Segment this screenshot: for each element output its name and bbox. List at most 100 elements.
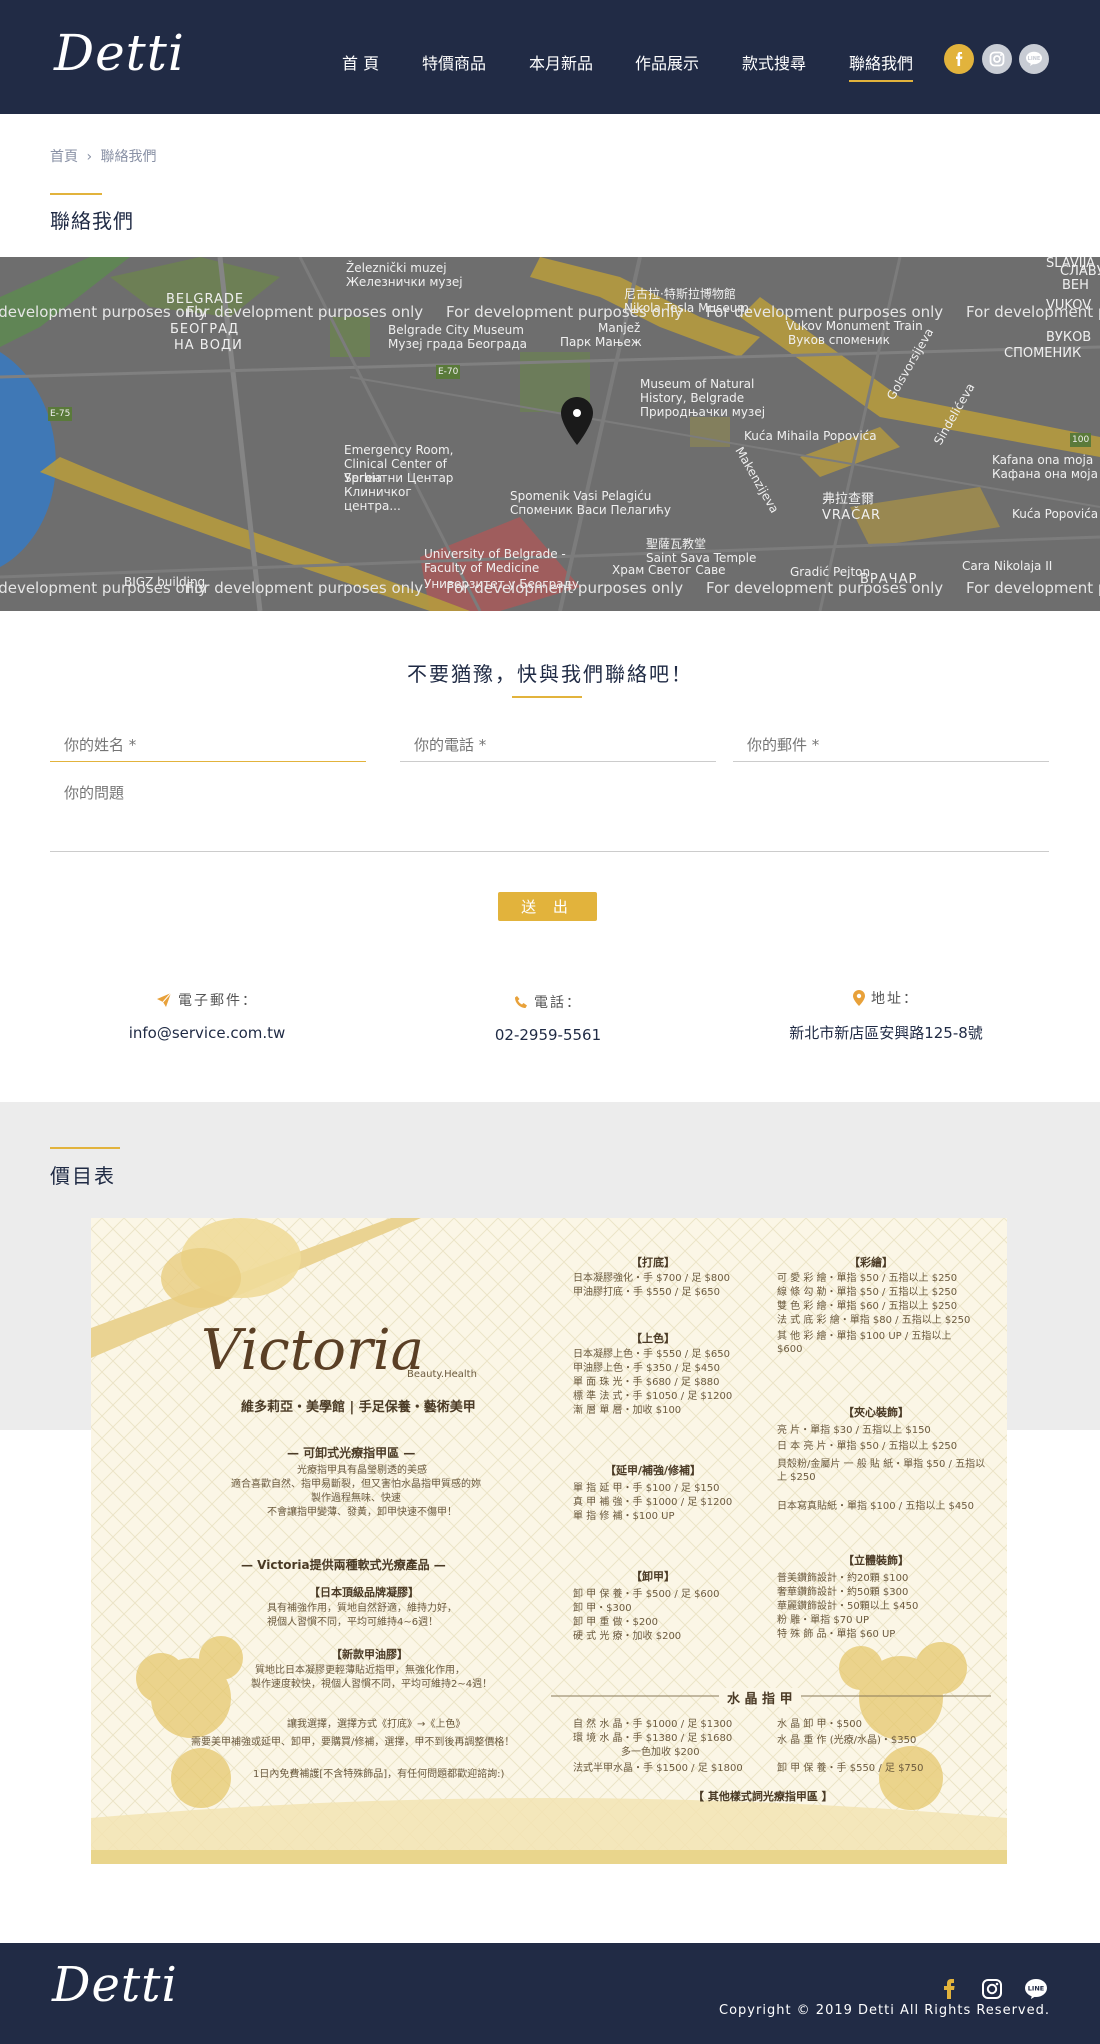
brand-logo: Victoria <box>201 1318 425 1383</box>
map-watermark: For development purposes only <box>706 579 944 597</box>
map-label: Ургентни Центар Клиничког центра... <box>344 471 454 513</box>
price-title-accent-line <box>50 1147 120 1149</box>
map-watermark: For development purposes only <box>966 303 1100 321</box>
email-value[interactable]: info@service.com.tw <box>57 1024 357 1042</box>
price-row: 日本凝膠上色・手 $550 / 足 $650 <box>573 1349 730 1360</box>
note-line: 需要美甲補強或延甲、卸甲，要購買/修補，選擇，甲不到後再調整價格！ <box>191 1737 515 1748</box>
line-icon[interactable]: LINE <box>1024 1978 1048 2000</box>
line-icon[interactable]: LINE <box>1019 44 1049 74</box>
note-line: 視個人習慣不同，平均可維持4~6週！ <box>267 1617 439 1628</box>
price-section-head: 【彩繪】 <box>849 1256 893 1269</box>
map-label: 聖薩瓦教堂 <box>646 537 707 551</box>
price-section-head: 【延甲/補強/修補】 <box>605 1464 702 1477</box>
email-input[interactable] <box>733 728 1049 762</box>
price-section-head: 【打底】 <box>631 1256 675 1269</box>
note-line: 【日本頂級品牌凝膠】 <box>309 1586 419 1599</box>
map-label: Gradić Pejton <box>790 565 871 579</box>
contact-heading: 不要猶豫，快與我們聯絡吧！ <box>407 662 693 686</box>
price-row: 甲油膠上色・手 $350 / 足 $450 <box>573 1363 720 1374</box>
note-line: 光療指甲具有晶瑩剔透的美感 <box>297 1465 427 1476</box>
price-row: 卸 甲 保 養・手 $500 / 足 $600 <box>573 1589 720 1600</box>
price-section-head: 【上色】 <box>631 1332 675 1345</box>
name-input[interactable] <box>50 728 366 762</box>
nav-style-search[interactable]: 款式搜尋 <box>742 50 806 74</box>
google-map[interactable]: Železnički muzej Железнички музеј 尼古拉·特斯… <box>0 257 1100 611</box>
price-row: 硬 式 光 療・加收 $200 <box>573 1631 682 1642</box>
price-row: 卸 甲 保 養・手 $550 / 足 $750 <box>777 1763 924 1774</box>
address-info: 地址： 新北市新店區安興路125-8號 <box>736 988 1036 1043</box>
price-row: 單 指 延 甲・手 $100 / 足 $150 <box>573 1483 720 1494</box>
price-row: 法式半甲水晶・手 $1500 / 足 $1800 <box>573 1763 743 1774</box>
map-label: E-70 <box>436 365 461 379</box>
chevron-right-icon: › <box>86 149 93 165</box>
nav-portfolio[interactable]: 作品展示 <box>635 50 699 74</box>
instagram-icon[interactable] <box>982 44 1012 74</box>
price-row: 日本凝膠強化・手 $700 / 足 $800 <box>573 1273 730 1284</box>
facebook-icon[interactable] <box>944 44 974 74</box>
submit-button[interactable]: 送 出 <box>498 892 597 921</box>
note-line: 讓我選擇，選擇方式《打底》→《上色》 <box>287 1719 466 1730</box>
price-row: 可 愛 彩 繪・單指 $50 / 五指以上 $250 <box>777 1273 958 1284</box>
nav-specials[interactable]: 特價商品 <box>422 50 486 74</box>
map-label: Парк Мањеж <box>560 335 642 349</box>
phone-input[interactable] <box>400 728 716 762</box>
map-marker-icon[interactable] <box>559 395 595 449</box>
price-row: 漸 層 單 層・加收 $100 <box>573 1405 682 1416</box>
map-label: Spomenik Vasi Pelagiću <box>510 489 652 503</box>
map-label: ВУКОВ <box>1046 330 1092 345</box>
price-row: 雙 色 彩 繪・單指 $60 / 五指以上 $250 <box>777 1301 958 1312</box>
nav-contact[interactable]: 聯絡我們 <box>849 50 914 82</box>
svg-text:LINE: LINE <box>1028 56 1041 62</box>
map-label: БЕОГРАД <box>170 322 240 337</box>
map-label: Вуков споменик <box>788 333 890 347</box>
price-row: 自 然 水 晶・手 $1000 / 足 $1300 <box>573 1719 733 1730</box>
breadcrumb-home[interactable]: 首頁 <box>50 149 78 165</box>
map-label: Кафана она моја <box>992 467 1098 481</box>
price-row: 多一色加收 $200 <box>621 1747 700 1758</box>
map-watermark: For development purposes only <box>446 303 684 321</box>
price-row: 日本寫真貼紙・單指 $100 / 五指以上 $450 <box>777 1501 974 1512</box>
title-accent-line <box>50 193 102 195</box>
map-label: Споменик Васи Пелагићу <box>510 503 671 517</box>
price-row: 普美鑽飾設計・約20顆 $100 <box>777 1573 909 1584</box>
price-row: 環 境 水 晶・手 $1380 / 足 $1680 <box>573 1733 733 1744</box>
map-watermark: For development purposes only <box>966 579 1100 597</box>
nav-home[interactable]: 首 頁 <box>342 50 379 74</box>
facebook-icon[interactable] <box>941 1979 957 1999</box>
price-row: 單 指 修 補・$100 UP <box>573 1511 675 1522</box>
map-label: Железнички музеј <box>346 275 463 289</box>
note-line: 適合喜歡自然、指甲易斷裂，但又害怕水晶指甲質感的妳 <box>231 1479 481 1490</box>
map-label: Museum of Natural History, Belgrade <box>640 377 755 405</box>
price-section-head: 【立體裝飾】 <box>843 1554 909 1567</box>
email-label: 電子郵件： <box>178 993 258 1009</box>
phone-icon <box>515 996 527 1008</box>
phone-info: 電話： 02-2959-5561 <box>398 992 698 1044</box>
site-header: Detti 首 頁 特價商品 本月新品 作品展示 款式搜尋 聯絡我們 LINE <box>0 0 1100 114</box>
note-line: 具有補強作用，質地自然舒適，維持力好， <box>267 1603 457 1614</box>
question-textarea[interactable] <box>50 778 1049 852</box>
instagram-icon[interactable] <box>981 1978 1003 2000</box>
map-label: Музеј града Београда <box>388 337 527 351</box>
price-row: 甲油膠打底・手 $550 / 足 $650 <box>573 1287 720 1298</box>
price-section-head: 【卸甲】 <box>631 1570 675 1583</box>
location-pin-icon <box>853 990 865 1006</box>
map-label: Kuća Mihaila Popovića <box>744 429 877 443</box>
note-line: 不會讓指甲變薄、發黃，卸甲快速不傷甲！ <box>267 1507 457 1518</box>
brand-sub: Beauty.Health <box>407 1369 477 1380</box>
price-row: 線 條 勾 勒・單指 $50 / 五指以上 $250 <box>777 1287 958 1298</box>
map-watermark: For development purposes only <box>186 579 424 597</box>
note-line: 【 其他樣式詞光療指甲區 】 <box>693 1790 833 1803</box>
breadcrumb: 首頁 › 聯絡我們 <box>50 146 161 166</box>
price-list-image: Victoria Beauty.Health 維多莉亞・美學館 | 手足保養・藝… <box>91 1218 1007 1864</box>
map-watermark: For development purposes only <box>186 303 424 321</box>
price-row: 貝殼粉/金屬片 一 般 貼 紙・單指 $50 / 五指以上 $250 <box>777 1459 986 1483</box>
price-list-title: 價目表 <box>50 1164 116 1188</box>
map-label: Vukov Monument Train <box>786 319 923 333</box>
map-label: СПОМЕНИК <box>1004 346 1082 361</box>
nav-new-arrivals[interactable]: 本月新品 <box>529 50 593 74</box>
phone-value[interactable]: 02-2959-5561 <box>398 1026 698 1044</box>
footer-logo[interactable]: Detti <box>52 1957 178 2013</box>
email-info: 電子郵件： info@service.com.tw <box>57 990 357 1042</box>
price-row: 亮 片・單指 $30 / 五指以上 $150 <box>777 1425 931 1436</box>
note-line: 製作速度較快，視個人習慣不同，平均可維持2~4週！ <box>251 1679 493 1690</box>
